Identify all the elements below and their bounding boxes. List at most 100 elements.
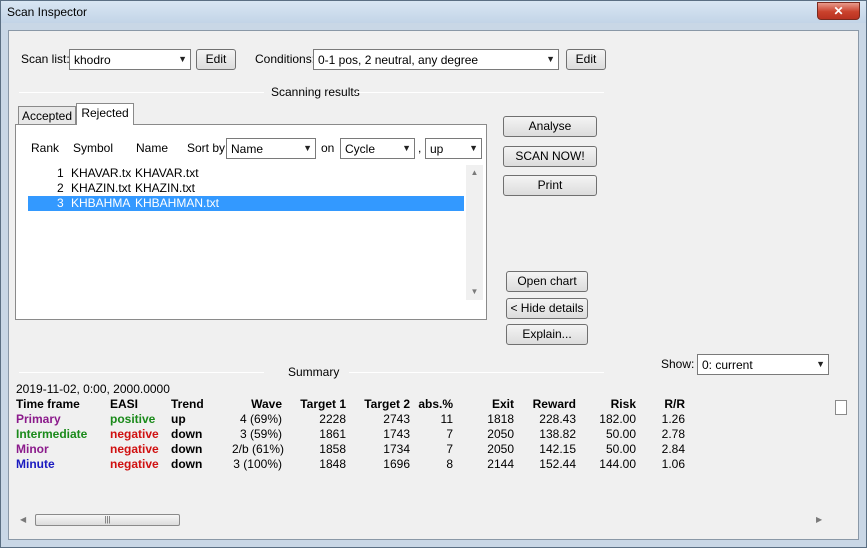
scroll-down-icon[interactable]: ▼ <box>466 284 483 300</box>
symbol-cell: KHAZIN.txt <box>71 181 132 195</box>
name-cell: KHAVAR.txt <box>135 166 199 180</box>
abs-percent-cell: 11 <box>440 412 453 426</box>
easi-cell: negative <box>110 457 159 471</box>
results-vertical-scrollbar[interactable]: ▲ ▼ <box>466 165 483 300</box>
summary-row: Minor negative down 2/b (61%) 1858 1734 7 2050 1… <box>16 442 836 457</box>
chevron-down-icon: ▼ <box>546 54 555 64</box>
scroll-up-icon[interactable]: ▲ <box>466 165 483 181</box>
trend-cell: down <box>171 427 203 441</box>
summary-vscroll-thumb[interactable] <box>835 400 847 415</box>
explain-button[interactable]: Explain... <box>506 324 588 345</box>
rank-cell: 3 <box>57 196 64 210</box>
result-row[interactable]: 2 KHAZIN.txt KHAZIN.txt <box>28 181 464 196</box>
sort-by-label: Sort by <box>187 141 226 155</box>
results-panel: Rank Symbol Name Sort by Name ▼ on Cycle… <box>15 124 487 320</box>
reward-cell: 142.15 <box>539 442 576 456</box>
chevron-down-icon: ▼ <box>402 143 411 153</box>
title-bar[interactable]: Scan Inspector ✕ <box>1 1 866 23</box>
tab-rejected[interactable]: Rejected <box>76 103 134 125</box>
summary-header-row: Time frame EASI Trend Wave Target 1 Targ… <box>16 397 836 412</box>
header-easi: EASI <box>110 397 139 411</box>
scan-list-edit-button[interactable]: Edit <box>196 49 236 70</box>
scroll-right-icon[interactable]: ▶ <box>816 515 822 524</box>
summary-info-line: 2019-11-02, 0:00, 2000.0000 <box>16 382 170 396</box>
summary-hscroll-thumb[interactable]: ||| <box>35 514 180 526</box>
chevron-down-icon: ▼ <box>178 54 187 64</box>
summary-row: Minute negative down 3 (100%) 1848 1696 8 2144 1… <box>16 457 836 472</box>
target-1-cell: 1861 <box>319 427 346 441</box>
direction-dropdown[interactable]: up ▼ <box>425 138 482 159</box>
header-time-frame: Time frame <box>16 397 80 411</box>
direction-value: up <box>430 142 444 156</box>
scan-inspector-window: Scan Inspector ✕ Scan list: khodro ▼ Edi… <box>0 0 867 548</box>
time-frame-cell: Minute <box>16 457 55 471</box>
open-chart-button[interactable]: Open chart <box>506 271 588 292</box>
rr-cell: 2.84 <box>661 442 685 456</box>
target-2-cell: 1696 <box>383 457 410 471</box>
trend-cell: down <box>171 442 203 456</box>
conditions-label: Conditions: <box>255 52 316 66</box>
chevron-down-icon: ▼ <box>303 143 312 153</box>
show-dropdown[interactable]: 0: current ▼ <box>697 354 829 375</box>
summary-horizontal-scrollbar[interactable]: ◀ ||| ▶ <box>16 512 831 529</box>
summary-vertical-scrollbar[interactable] <box>833 380 850 512</box>
scan-list-dropdown[interactable]: khodro ▼ <box>69 49 191 70</box>
symbol-cell: KHAVAR.tx <box>71 166 132 180</box>
risk-cell: 50.00 <box>605 427 636 441</box>
analyse-button[interactable]: Analyse <box>503 116 597 137</box>
rank-cell: 1 <box>57 166 64 180</box>
chevron-down-icon: ▼ <box>469 143 478 153</box>
trend-cell: up <box>171 412 186 426</box>
symbol-cell: KHBAHMA <box>71 196 131 210</box>
abs-percent-cell: 8 <box>446 457 453 471</box>
abs-percent-cell: 7 <box>446 442 453 456</box>
on-dropdown[interactable]: Cycle ▼ <box>340 138 415 159</box>
sort-by-value: Name <box>231 142 264 156</box>
header-abs-percent: abs.% <box>418 397 453 411</box>
sort-by-dropdown[interactable]: Name ▼ <box>226 138 316 159</box>
conditions-edit-button[interactable]: Edit <box>566 49 606 70</box>
reward-cell: 138.82 <box>539 427 576 441</box>
abs-percent-cell: 7 <box>446 427 453 441</box>
time-frame-cell: Primary <box>16 412 61 426</box>
symbol-header: Symbol <box>73 141 114 155</box>
on-value: Cycle <box>345 142 376 156</box>
easi-cell: negative <box>110 427 159 441</box>
print-button[interactable]: Print <box>503 175 597 196</box>
chevron-down-icon: ▼ <box>816 359 825 369</box>
close-button[interactable]: ✕ <box>817 2 860 20</box>
risk-cell: 182.00 <box>599 412 636 426</box>
scan-now-button[interactable]: SCAN NOW! <box>503 146 597 167</box>
result-row[interactable]: 3 KHBAHMA KHBAHMAN.txt <box>28 196 464 211</box>
scan-list-label: Scan list: <box>21 52 70 66</box>
exit-cell: 2144 <box>487 457 514 471</box>
header-exit: Exit <box>491 397 514 411</box>
risk-cell: 144.00 <box>599 457 636 471</box>
header-wave: Wave <box>251 397 282 411</box>
wave-cell: 3 (100%) <box>233 457 282 471</box>
target-1-cell: 2228 <box>319 412 346 426</box>
result-row[interactable]: 1 KHAVAR.tx KHAVAR.txt <box>28 166 464 181</box>
target-2-cell: 1734 <box>383 442 410 456</box>
scroll-left-icon[interactable]: ◀ <box>20 515 26 524</box>
target-2-cell: 1743 <box>383 427 410 441</box>
header-trend: Trend <box>171 397 204 411</box>
name-header: Name <box>136 141 169 155</box>
dialog-client: Scan list: khodro ▼ Edit Conditions: 0-1… <box>8 30 859 540</box>
grip-icon: ||| <box>104 515 111 524</box>
on-label: on <box>321 141 335 155</box>
target-1-cell: 1848 <box>319 457 346 471</box>
header-rr: R/R <box>664 397 685 411</box>
show-value: 0: current <box>702 358 753 372</box>
summary-row: Intermediate negative down 3 (59%) 1861 1743 7… <box>16 427 836 442</box>
rr-cell: 2.78 <box>661 427 685 441</box>
hide-details-button[interactable]: < Hide details <box>506 298 588 319</box>
conditions-dropdown[interactable]: 0-1 pos, 2 neutral, any degree ▼ <box>313 49 559 70</box>
rank-header: Rank <box>31 141 60 155</box>
trend-cell: down <box>171 457 203 471</box>
rr-cell: 1.06 <box>661 457 685 471</box>
scanning-results-label: Scanning results <box>271 85 360 99</box>
exit-cell: 2050 <box>487 427 514 441</box>
wave-cell: 4 (69%) <box>239 412 282 426</box>
tab-accepted[interactable]: Accepted <box>18 106 76 126</box>
